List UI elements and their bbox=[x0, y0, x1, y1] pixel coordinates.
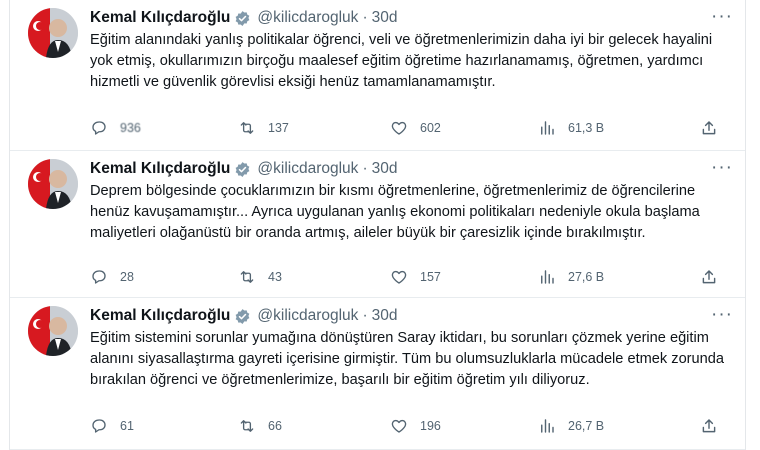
separator-dot: · bbox=[362, 9, 368, 26]
retweet-button[interactable]: 43 bbox=[238, 267, 282, 287]
share-button[interactable] bbox=[700, 118, 730, 138]
tweet-header: Kemal Kılıçdaroğlu @kilicdarogluk · 30d bbox=[90, 306, 397, 326]
retweet-icon bbox=[240, 271, 254, 283]
view-count: 61,3 B bbox=[568, 121, 605, 135]
share-icon bbox=[702, 270, 716, 284]
more-horizontal-icon[interactable]: ··· bbox=[711, 6, 733, 28]
retweet-count: 66 bbox=[268, 419, 282, 433]
views-icon bbox=[541, 270, 554, 284]
view-count: 27,6 B bbox=[568, 270, 605, 284]
avatar[interactable] bbox=[28, 159, 78, 209]
author-handle[interactable]: @kilicdarogluk bbox=[257, 9, 358, 27]
avatar[interactable] bbox=[28, 306, 78, 356]
retweet-button[interactable]: 137 bbox=[238, 118, 289, 138]
share-button[interactable] bbox=[700, 267, 730, 287]
reply-button[interactable]: 936 bbox=[90, 118, 141, 138]
tweet-header: Kemal Kılıçdaroğlu @kilicdarogluk · 30d bbox=[90, 159, 397, 179]
tweet-header: Kemal Kılıçdaroğlu @kilicdarogluk · 30d bbox=[90, 8, 397, 28]
reply-icon bbox=[92, 419, 106, 433]
views-button[interactable]: 61,3 B bbox=[538, 118, 604, 138]
reply-icon bbox=[92, 121, 106, 135]
like-button[interactable]: 602 bbox=[390, 118, 441, 138]
reply-count: 936 bbox=[120, 121, 141, 135]
reply-button[interactable]: 61 bbox=[90, 416, 134, 436]
retweet-count: 43 bbox=[268, 270, 282, 284]
tweet[interactable]: Kemal Kılıçdaroğlu @kilicdarogluk · 30d … bbox=[10, 151, 745, 298]
more-horizontal-icon[interactable]: ··· bbox=[711, 157, 733, 179]
views-button[interactable]: 26,7 B bbox=[538, 416, 604, 436]
verified-badge-icon bbox=[236, 308, 250, 324]
reply-count: 28 bbox=[120, 270, 134, 284]
views-icon bbox=[541, 419, 554, 433]
tweet-text: Eğitim alanındaki yanlış politikalar öğr… bbox=[90, 32, 713, 90]
retweet-button[interactable]: 66 bbox=[238, 416, 282, 436]
heart-icon bbox=[391, 121, 407, 135]
author-name[interactable]: Kemal Kılıçdaroğlu bbox=[90, 9, 230, 27]
reply-icon bbox=[92, 270, 106, 284]
like-button[interactable]: 157 bbox=[390, 267, 441, 287]
author-name[interactable]: Kemal Kılıçdaroğlu bbox=[90, 307, 230, 325]
tweet-time[interactable]: 30d bbox=[372, 307, 398, 325]
reply-count: 61 bbox=[120, 419, 134, 433]
like-count: 196 bbox=[420, 419, 441, 433]
tweet-text: Deprem bölgesinde çocuklarımızın bir kıs… bbox=[90, 183, 700, 241]
heart-icon bbox=[391, 270, 407, 284]
tweet[interactable]: Kemal Kılıçdaroğlu @kilicdarogluk · 30d … bbox=[10, 298, 745, 450]
separator-dot: · bbox=[362, 160, 368, 177]
tweet-actions: 936 137 602 61,3 B bbox=[90, 118, 718, 138]
author-handle[interactable]: @kilicdarogluk bbox=[257, 307, 358, 325]
views-icon bbox=[541, 121, 554, 135]
verified-badge-icon bbox=[236, 10, 250, 26]
share-icon bbox=[702, 419, 716, 433]
more-horizontal-icon[interactable]: ··· bbox=[711, 304, 733, 326]
avatar[interactable] bbox=[28, 8, 78, 58]
feed-right-border bbox=[745, 0, 746, 450]
views-button[interactable]: 27,6 B bbox=[538, 267, 604, 287]
share-button[interactable] bbox=[700, 416, 730, 436]
separator-dot: · bbox=[362, 307, 368, 324]
author-name[interactable]: Kemal Kılıçdaroğlu bbox=[90, 160, 230, 178]
like-count: 602 bbox=[420, 121, 441, 135]
retweet-count: 137 bbox=[268, 121, 289, 135]
avatar-image bbox=[28, 306, 78, 356]
like-count: 157 bbox=[420, 270, 441, 284]
author-handle[interactable]: @kilicdarogluk bbox=[257, 160, 358, 178]
tweet-actions: 28 43 157 27,6 B bbox=[90, 267, 718, 287]
heart-icon bbox=[391, 419, 407, 433]
verified-badge-icon bbox=[236, 161, 250, 177]
view-count: 26,7 B bbox=[568, 419, 605, 433]
avatar-image bbox=[28, 159, 78, 209]
tweet-text: Eğitim sistemini sorunlar yumağına dönüş… bbox=[90, 330, 725, 388]
retweet-icon bbox=[240, 122, 254, 134]
share-icon bbox=[702, 121, 716, 135]
tweet-feed: Kemal Kılıçdaroğlu @kilicdarogluk · 30d … bbox=[0, 0, 760, 450]
tweet-time[interactable]: 30d bbox=[372, 9, 398, 27]
avatar-image bbox=[28, 8, 78, 58]
like-button[interactable]: 196 bbox=[390, 416, 441, 436]
tweet-time[interactable]: 30d bbox=[372, 160, 398, 178]
tweet[interactable]: Kemal Kılıçdaroğlu @kilicdarogluk · 30d … bbox=[10, 0, 745, 151]
reply-button[interactable]: 28 bbox=[90, 267, 134, 287]
tweet-actions: 61 66 196 26,7 B bbox=[90, 416, 718, 436]
retweet-icon bbox=[240, 420, 254, 432]
